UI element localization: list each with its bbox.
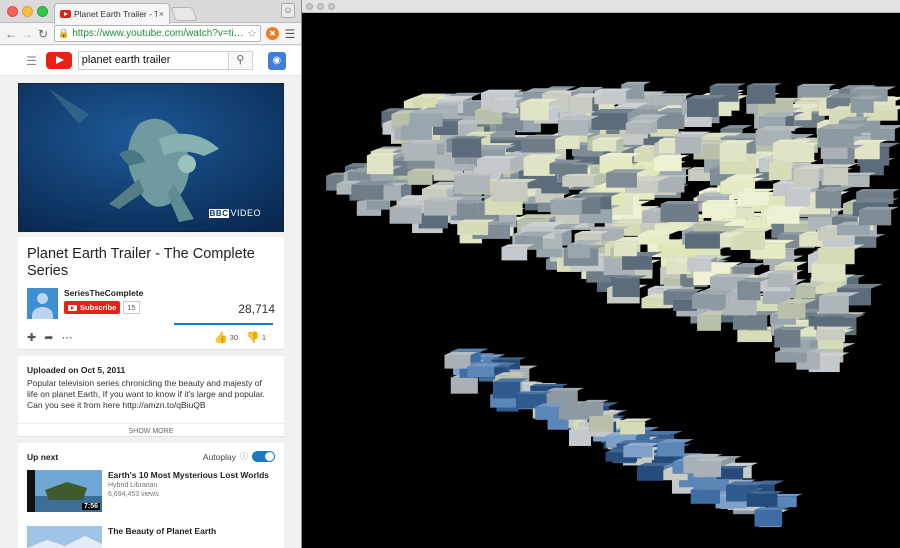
youtube-favicon-icon — [60, 10, 71, 18]
up-next-item[interactable]: 7:56 Earth's 10 Most Mysterious Lost Wor… — [27, 470, 275, 512]
subscribe-row: Subscribe 15 — [64, 301, 143, 314]
profile-icon[interactable]: ☺ — [281, 3, 295, 18]
zoom-window-button[interactable] — [328, 3, 335, 10]
video-title: Planet Earth Trailer - The Complete Seri… — [27, 246, 255, 279]
video-thumbnail[interactable]: 7:56 — [27, 470, 102, 512]
player-watermark: BBC VIDEO — [208, 208, 261, 218]
upload-date: Uploaded on Oct 5, 2011 — [27, 365, 126, 375]
more-icon[interactable]: ⋯ — [61, 331, 72, 344]
minimize-window-button[interactable] — [22, 6, 33, 17]
subscribe-button[interactable]: Subscribe — [64, 301, 121, 314]
channel-avatar[interactable] — [27, 288, 58, 319]
viz-title-bar — [302, 0, 900, 13]
browser-window: Planet Earth Trailer - Th × ☺ ← → ↻ 🔒 ht… — [0, 0, 302, 548]
up-next-channel: Hybrid Librarian — [108, 482, 158, 489]
up-next-header: Up next Autoplay ⓘ — [27, 451, 275, 462]
channel-name[interactable]: SeriesTheComplete — [64, 288, 143, 298]
youtube-page: ☰ planet earth trailer ⚲ ◉ BBC VIDEO Pla… — [0, 46, 301, 548]
thumbs-down-icon[interactable]: 👎 — [246, 331, 260, 344]
voxel-block — [859, 206, 899, 226]
player-brand: BBC — [208, 209, 230, 218]
video-player[interactable]: BBC VIDEO — [18, 83, 284, 232]
minimize-window-button[interactable] — [317, 3, 324, 10]
close-window-button[interactable] — [7, 6, 18, 17]
player-watermark-text: VIDEO — [230, 208, 261, 218]
url-text: https://www.youtube.com/watch?v=ti… — [72, 28, 244, 39]
star-icon[interactable]: ☆ — [247, 27, 257, 40]
zoom-window-button[interactable] — [37, 6, 48, 17]
subscribe-label: Subscribe — [80, 303, 117, 312]
forward-icon[interactable]: → — [20, 27, 34, 41]
show-more-button[interactable]: SHOW MORE — [18, 423, 284, 435]
new-tab-button[interactable] — [170, 7, 198, 21]
autoplay-label: Autoplay — [202, 451, 236, 462]
dislike-count: 1 — [261, 333, 266, 342]
youtube-logo[interactable] — [45, 52, 72, 69]
back-icon[interactable]: ← — [4, 27, 18, 41]
youtube-masthead: ☰ planet earth trailer ⚲ ◉ — [0, 46, 301, 76]
up-next-title[interactable]: Earth's 10 Most Mysterious Lost Worlds — [108, 470, 269, 480]
voxel-block — [808, 313, 852, 327]
close-window-button[interactable] — [306, 3, 313, 10]
tab-close-icon[interactable]: × — [159, 9, 164, 19]
video-duration: 7:56 — [81, 503, 100, 510]
tab-title: Planet Earth Trailer - Th — [74, 9, 157, 19]
up-next-label: Up next — [27, 451, 59, 462]
action-row: ✚ ➦ ⋯ 👍 30 👎 1 — [27, 331, 274, 344]
search-button[interactable]: ⚲ — [228, 51, 253, 70]
like-count: 30 — [229, 333, 239, 342]
search-icon: ⚲ — [236, 54, 245, 66]
channel-meta: SeriesTheComplete Subscribe 15 — [64, 288, 143, 319]
lock-icon: 🔒 — [58, 28, 70, 38]
view-count: 28,714 — [238, 302, 275, 316]
search-input[interactable]: planet earth trailer — [77, 51, 229, 70]
add-to-icon[interactable]: ✚ — [27, 331, 36, 344]
info-icon[interactable]: ⓘ — [240, 451, 248, 462]
up-next-card: Up next Autoplay ⓘ 7:56 Earth's 10 Most — [18, 443, 284, 548]
address-bar[interactable]: 🔒 https://www.youtube.com/watch?v=ti… ☆ — [54, 25, 261, 42]
youtube-play-icon — [68, 304, 77, 311]
tab-bar: Planet Earth Trailer - Th × ☺ — [0, 0, 301, 24]
subscriber-count: 15 — [123, 301, 140, 314]
up-next-item[interactable]: The Beauty of Planet Earth — [27, 526, 275, 548]
up-next-meta: The Beauty of Planet Earth — [108, 526, 216, 548]
menu-icon[interactable]: ☰ — [283, 27, 297, 41]
browser-toolbar: ← → ↻ 🔒 https://www.youtube.com/watch?v=… — [0, 23, 301, 45]
account-avatar[interactable]: ◉ — [267, 51, 286, 70]
visualization-window — [302, 0, 900, 548]
tab-youtube[interactable]: Planet Earth Trailer - Th × — [54, 3, 170, 24]
up-next-meta: Earth's 10 Most Mysterious Lost Worlds H… — [108, 470, 269, 512]
share-icon[interactable]: ➦ — [44, 331, 53, 344]
like-ratio-bar — [174, 323, 273, 325]
hamburger-icon[interactable]: ☰ — [26, 54, 37, 68]
video-thumbnail[interactable] — [27, 526, 102, 548]
video-description: Popular television series chronicling th… — [27, 378, 265, 410]
autoplay-toggle[interactable] — [252, 451, 275, 462]
extension-icon[interactable]: ✖ — [266, 27, 279, 40]
description-card: Uploaded on Oct 5, 2011 Popular televisi… — [18, 356, 284, 437]
up-next-title[interactable]: The Beauty of Planet Earth — [108, 526, 216, 536]
up-next-views: 6,694,453 views — [108, 491, 159, 498]
voxel-visualization[interactable] — [302, 13, 900, 548]
thumbs-up-icon[interactable]: 👍 — [214, 331, 228, 344]
reload-icon[interactable]: ↻ — [36, 27, 50, 41]
